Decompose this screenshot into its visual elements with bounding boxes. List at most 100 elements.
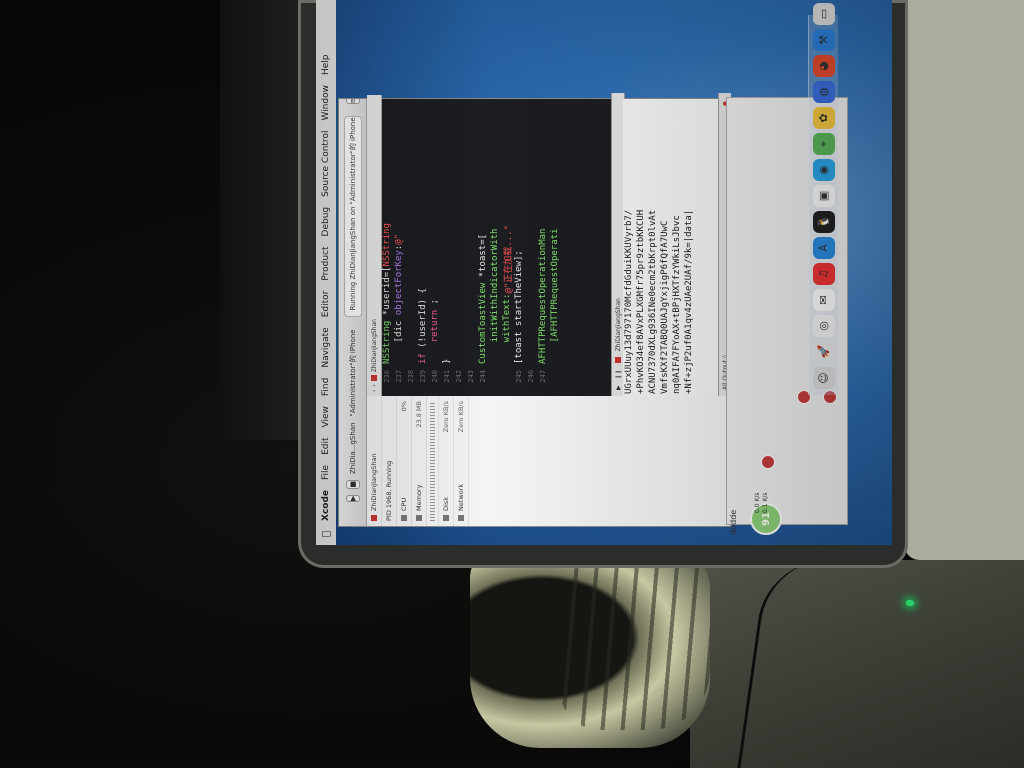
- code-token: :: [394, 244, 404, 251]
- code-line[interactable]: 241}: [441, 99, 453, 396]
- nav-memory-row[interactable]: Memory 23.8 MB: [412, 396, 427, 526]
- menu-help[interactable]: Help: [321, 55, 331, 76]
- memory-gauge: [430, 401, 435, 521]
- line-number: 245: [515, 370, 523, 383]
- code-token: NSString: [382, 320, 392, 364]
- code-line[interactable]: 243: [465, 99, 477, 396]
- music-icon[interactable]: ♫: [812, 263, 835, 285]
- qq-icon[interactable]: 🐧: [812, 211, 835, 233]
- menu-window[interactable]: Window: [321, 85, 331, 121]
- nav-process-row[interactable]: ZhiDianJiangShan: [367, 396, 382, 526]
- disk-icon: [443, 515, 449, 521]
- nav-disk-row[interactable]: Disk Zero KB/s: [439, 396, 454, 526]
- speed-down: 0.1 K/s: [762, 492, 769, 513]
- menu-editor[interactable]: Editor: [321, 291, 331, 318]
- code-token: return: [430, 309, 440, 343]
- appstore-icon[interactable]: A: [812, 237, 835, 259]
- menu-debug[interactable]: Debug: [321, 207, 331, 237]
- forward-icon[interactable]: ›: [371, 384, 378, 386]
- line-number: 237: [395, 370, 403, 383]
- stop-button[interactable]: ■: [345, 479, 360, 489]
- menu-source-control[interactable]: Source Control: [321, 131, 331, 197]
- finder-icon[interactable]: ☺: [812, 367, 835, 389]
- code-token: @"正在加载...": [503, 225, 514, 294]
- disk-value: Zero KB/s: [442, 401, 450, 433]
- code-line[interactable]: 236 NSString *userid=[NSString: [381, 99, 393, 396]
- nav-memory-graph: [427, 396, 439, 526]
- code-line[interactable]: 239 if (!userId) {: [417, 99, 429, 396]
- code-line[interactable]: 237 [dic objectForKey: @": [393, 99, 405, 396]
- code-line[interactable]: initWithIndicatorWith: [489, 99, 501, 396]
- code-line[interactable]: [AFHTTPRequestOperati: [549, 99, 561, 396]
- device-selector[interactable]: "Administrator"的 iPhone: [348, 329, 358, 416]
- console-line: nq0AIFA7FYoAX+tBPjHXTfzYWkiLsJbvc: [672, 215, 682, 394]
- jump-file[interactable]: ZhiDianJiangShan: [371, 319, 378, 372]
- menu-navigate[interactable]: Navigate: [321, 327, 331, 367]
- xcode-icon[interactable]: ⚒: [812, 29, 835, 51]
- console-line: VmfsKXf2TABQ0UAJgYxjigP6fQfA7UwC: [660, 220, 670, 394]
- nav-pid-row: PID 1968, Running: [382, 396, 397, 526]
- activity-status: Running ZhiDianJiangShan on "Administrat…: [343, 116, 362, 318]
- launchpad-icon[interactable]: 🚀: [812, 341, 835, 363]
- notification-dot[interactable]: [761, 455, 775, 469]
- folder-icon[interactable]: ▭: [812, 3, 835, 25]
- app-tag: dddde: [729, 509, 738, 535]
- debug-console[interactable]: UGrxUUuy13d797170McfdGduiKKUVyrb7/ +PhvK…: [623, 93, 731, 396]
- source-editor[interactable]: ‹ › ZhiDianJiangShan 236 NSString *userid…: [367, 93, 731, 396]
- preview-icon[interactable]: ▣: [812, 185, 835, 207]
- console-line: ACNU7370dXLg936INe0ecm2tbKrpt0lvAt: [648, 209, 658, 394]
- menu-file[interactable]: File: [321, 465, 331, 480]
- code-token: AFHTTPRequestOperationMan: [538, 228, 548, 364]
- process-title: ZhiDianJiangShan: [370, 453, 378, 511]
- code-line[interactable]: 247 AFHTTPRequestOperationMan: [537, 99, 549, 396]
- run-button[interactable]: ▶: [345, 494, 360, 502]
- project-icon: [371, 375, 377, 382]
- console-line: +PhvKO34ef8AVxPLXGMfr75pr9ztbKKCUH: [636, 209, 646, 394]
- line-number: 243: [467, 370, 475, 383]
- safari-icon[interactable]: ◉: [812, 159, 835, 181]
- jump-bar[interactable]: ‹ › ZhiDianJiangShan: [367, 95, 382, 396]
- code-token: objectForKey: [394, 250, 404, 316]
- scheme-selector[interactable]: ZhiDia...gShan: [349, 422, 357, 474]
- code-token: [toast startTheView];: [514, 250, 524, 364]
- code-line[interactable]: 245 [toast startTheView];: [513, 99, 525, 396]
- menu-view[interactable]: View: [321, 406, 331, 427]
- nav-cpu-row[interactable]: CPU 0%: [397, 396, 412, 526]
- menu-app-name[interactable]: Xcode: [321, 490, 331, 521]
- xcode-toolbar: ▶ ■ ZhiDia...gShan "Administrator"的 iPho…: [339, 99, 367, 526]
- photos-icon[interactable]: ✿: [812, 107, 835, 129]
- mail-icon[interactable]: ✉: [812, 289, 835, 311]
- menu-product[interactable]: Product: [321, 246, 331, 280]
- code-token: *userid=[: [382, 266, 392, 321]
- code-line[interactable]: 240 return ;: [429, 99, 441, 396]
- code-token: (!userId) {: [418, 288, 428, 354]
- cpu-value: 0%: [400, 401, 408, 412]
- code-line[interactable]: 242: [453, 99, 465, 396]
- code-line[interactable]: withText: @"正在加载...": [501, 99, 514, 396]
- weibo-icon[interactable]: ◕: [812, 55, 835, 77]
- line-number: 236: [383, 370, 391, 383]
- code-token: }: [442, 358, 452, 364]
- editor-standard-button[interactable]: ≡: [345, 99, 360, 105]
- breakpoints-toggle-icon[interactable]: ▶: [615, 385, 622, 390]
- nav-network-row[interactable]: Network Zero KB/s: [454, 396, 469, 526]
- menu-find[interactable]: Find: [321, 378, 331, 396]
- back-icon[interactable]: ‹: [371, 390, 378, 392]
- code-line[interactable]: 244 CustomToastView *toast=[: [477, 99, 489, 396]
- maps-icon[interactable]: ⌖: [812, 133, 835, 155]
- code-line[interactable]: 246: [525, 99, 537, 396]
- baidu-icon[interactable]: ◍: [812, 81, 835, 103]
- memory-icon: [416, 515, 422, 521]
- apple-menu-icon[interactable]: : [321, 531, 332, 537]
- chrome-icon[interactable]: ◎: [812, 315, 835, 337]
- network-value: Zero KB/s: [457, 401, 465, 433]
- code-line[interactable]: 238: [405, 99, 417, 396]
- menu-bar:  Xcode File Edit View Find Navigate Edi…: [316, 0, 336, 545]
- monitor-stand: [220, 0, 300, 440]
- menu-edit[interactable]: Edit: [321, 437, 331, 454]
- pause-icon[interactable]: ❙❙: [615, 369, 622, 379]
- cpu-label: CPU: [400, 497, 408, 511]
- target-icon: [615, 357, 621, 364]
- memory-label: Memory: [415, 484, 423, 511]
- xcode-window: ▶ ■ ZhiDia...gShan "Administrator"的 iPho…: [338, 93, 732, 527]
